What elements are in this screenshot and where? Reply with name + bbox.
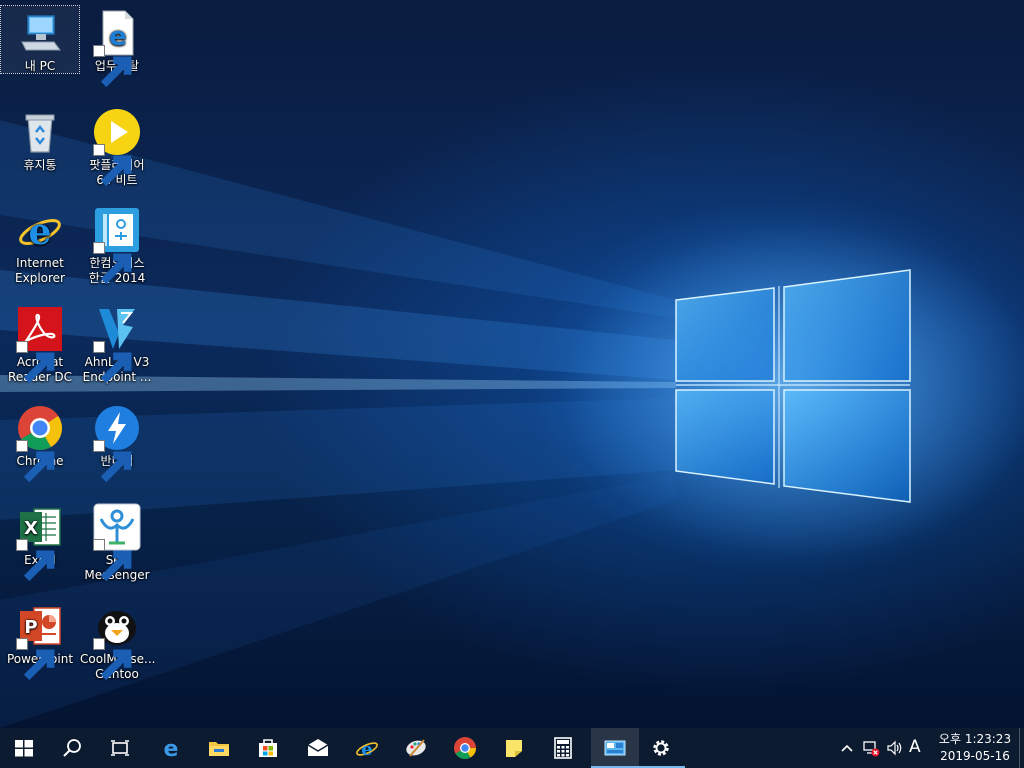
shortcut-arrow-icon [16,539,55,582]
volume-icon [887,740,902,756]
store-icon [259,739,277,757]
calculator-icon [554,737,572,759]
tray-overflow-button[interactable] [838,739,856,757]
shortcut-arrow-icon [16,341,55,384]
taskbar-edge-button[interactable]: e [147,728,195,768]
taskbar-chrome-button[interactable] [441,728,489,768]
shortcut-arrow-icon [93,638,132,681]
clock[interactable]: 오후 1:23:23 2019-05-16 [934,731,1016,765]
desktop[interactable]: 내 PC 휴지통 e Internet Explorer Acrobat Rea… [0,0,1024,728]
gear-icon [653,740,669,756]
bandizip-icon [93,404,141,483]
potplayer-icon [93,108,141,187]
shortcut-arrow-icon [93,144,132,187]
sen-messenger-icon [93,503,141,582]
svg-text:e: e [361,739,372,760]
shortcut-arrow-icon [16,638,55,681]
windows-start-icon [15,740,33,757]
desktop-icon-internet-explorer[interactable]: e Internet Explorer [1,203,79,286]
hangul-icon [93,206,141,285]
sticky-notes-icon [506,740,522,757]
desktop-icon-ahnlab-v3[interactable]: AhnLab V3 Endpoint ... [78,302,156,385]
clock-time: 오후 1:23:23 [938,732,1012,746]
desktop-icon-coolmessenger[interactable]: CoolMesse... Gentoo [78,599,156,682]
taskbar: e e A 오후 1:23:23 2019-05-16 [0,728,1024,768]
desktop-icon-label: 휴지통 [23,158,57,172]
taskbar-file-explorer-button[interactable] [195,728,243,768]
task-view-button[interactable] [96,728,144,768]
shortcut-arrow-icon [93,341,132,384]
desktop-icon-potplayer[interactable]: 팟플레이어 64 비트 [78,105,156,188]
shortcut-arrow-icon [93,539,132,582]
search-button[interactable] [48,728,96,768]
desktop-icon-hancom-office[interactable]: 한컴오피스 한글 2014 [78,203,156,286]
taskbar-calculator-button[interactable] [539,728,587,768]
control-panel-icon [604,740,626,756]
taskbar-sticky-notes-button[interactable] [490,728,538,768]
mail-icon [307,739,329,756]
shortcut-arrow-icon [93,440,132,483]
svg-text:X: X [24,518,38,539]
ahnlab-v3-icon [93,305,141,384]
chrome-icon [454,737,476,759]
edge-document-icon: e [93,9,141,88]
powerpoint-icon: P [16,602,64,681]
desktop-icon-powerpoint[interactable]: P PowerPoint [1,599,79,681]
start-button[interactable] [0,728,48,768]
svg-text:e: e [29,211,52,253]
desktop-icon-excel[interactable]: X Excel [1,500,79,582]
search-icon [63,739,81,757]
internet-explorer-icon: e [356,739,378,760]
taskbar-paint-button[interactable] [392,728,440,768]
shortcut-arrow-icon [16,440,55,483]
chrome-icon [16,404,64,483]
task-view-icon [111,740,129,756]
desktop-icon-my-pc[interactable]: 내 PC [0,5,80,74]
shortcut-arrow-icon [93,45,132,88]
desktop-icon-business-portal[interactable]: e 업무포탈 [78,6,156,88]
desktop-icon-label: 내 PC [24,59,56,73]
internet-explorer-icon: e [16,206,64,254]
taskbar-settings-button[interactable] [637,728,685,768]
taskbar-internet-explorer-button[interactable]: e [343,728,391,768]
tray-network-button[interactable] [862,739,880,757]
svg-text:e: e [164,737,179,760]
shortcut-arrow-icon [93,242,132,285]
taskbar-control-panel-button[interactable] [591,728,639,768]
desktop-icon-label: Internet Explorer [15,256,65,285]
clock-date: 2019-05-16 [940,749,1010,763]
svg-text:P: P [24,617,37,638]
file-explorer-icon [209,742,229,756]
chevron-up-icon [841,744,853,752]
computer-icon [16,9,64,57]
paint-icon [406,739,426,757]
taskbar-mail-button[interactable] [294,728,342,768]
recycle-bin-icon [16,108,64,156]
show-desktop-button[interactable] [1019,728,1024,768]
desktop-icon-acrobat-reader[interactable]: Acrobat Reader DC [1,302,79,385]
desktop-icon-recycle-bin[interactable]: 휴지통 [1,105,79,173]
desktop-icon-bandizip[interactable]: 반디집 [78,401,156,483]
network-disconnected-icon [863,741,880,757]
acrobat-icon [16,305,64,384]
coolmessenger-icon [93,602,141,681]
taskbar-store-button[interactable] [244,728,292,768]
edge-icon: e [164,737,179,760]
desktop-icon-sen-messenger[interactable]: Sen Messenger [78,500,156,583]
desktop-icon-chrome[interactable]: Chrome [1,401,79,483]
excel-icon: X [16,503,64,582]
tray-volume-button[interactable] [886,739,904,757]
ime-indicator[interactable]: A [909,737,921,757]
